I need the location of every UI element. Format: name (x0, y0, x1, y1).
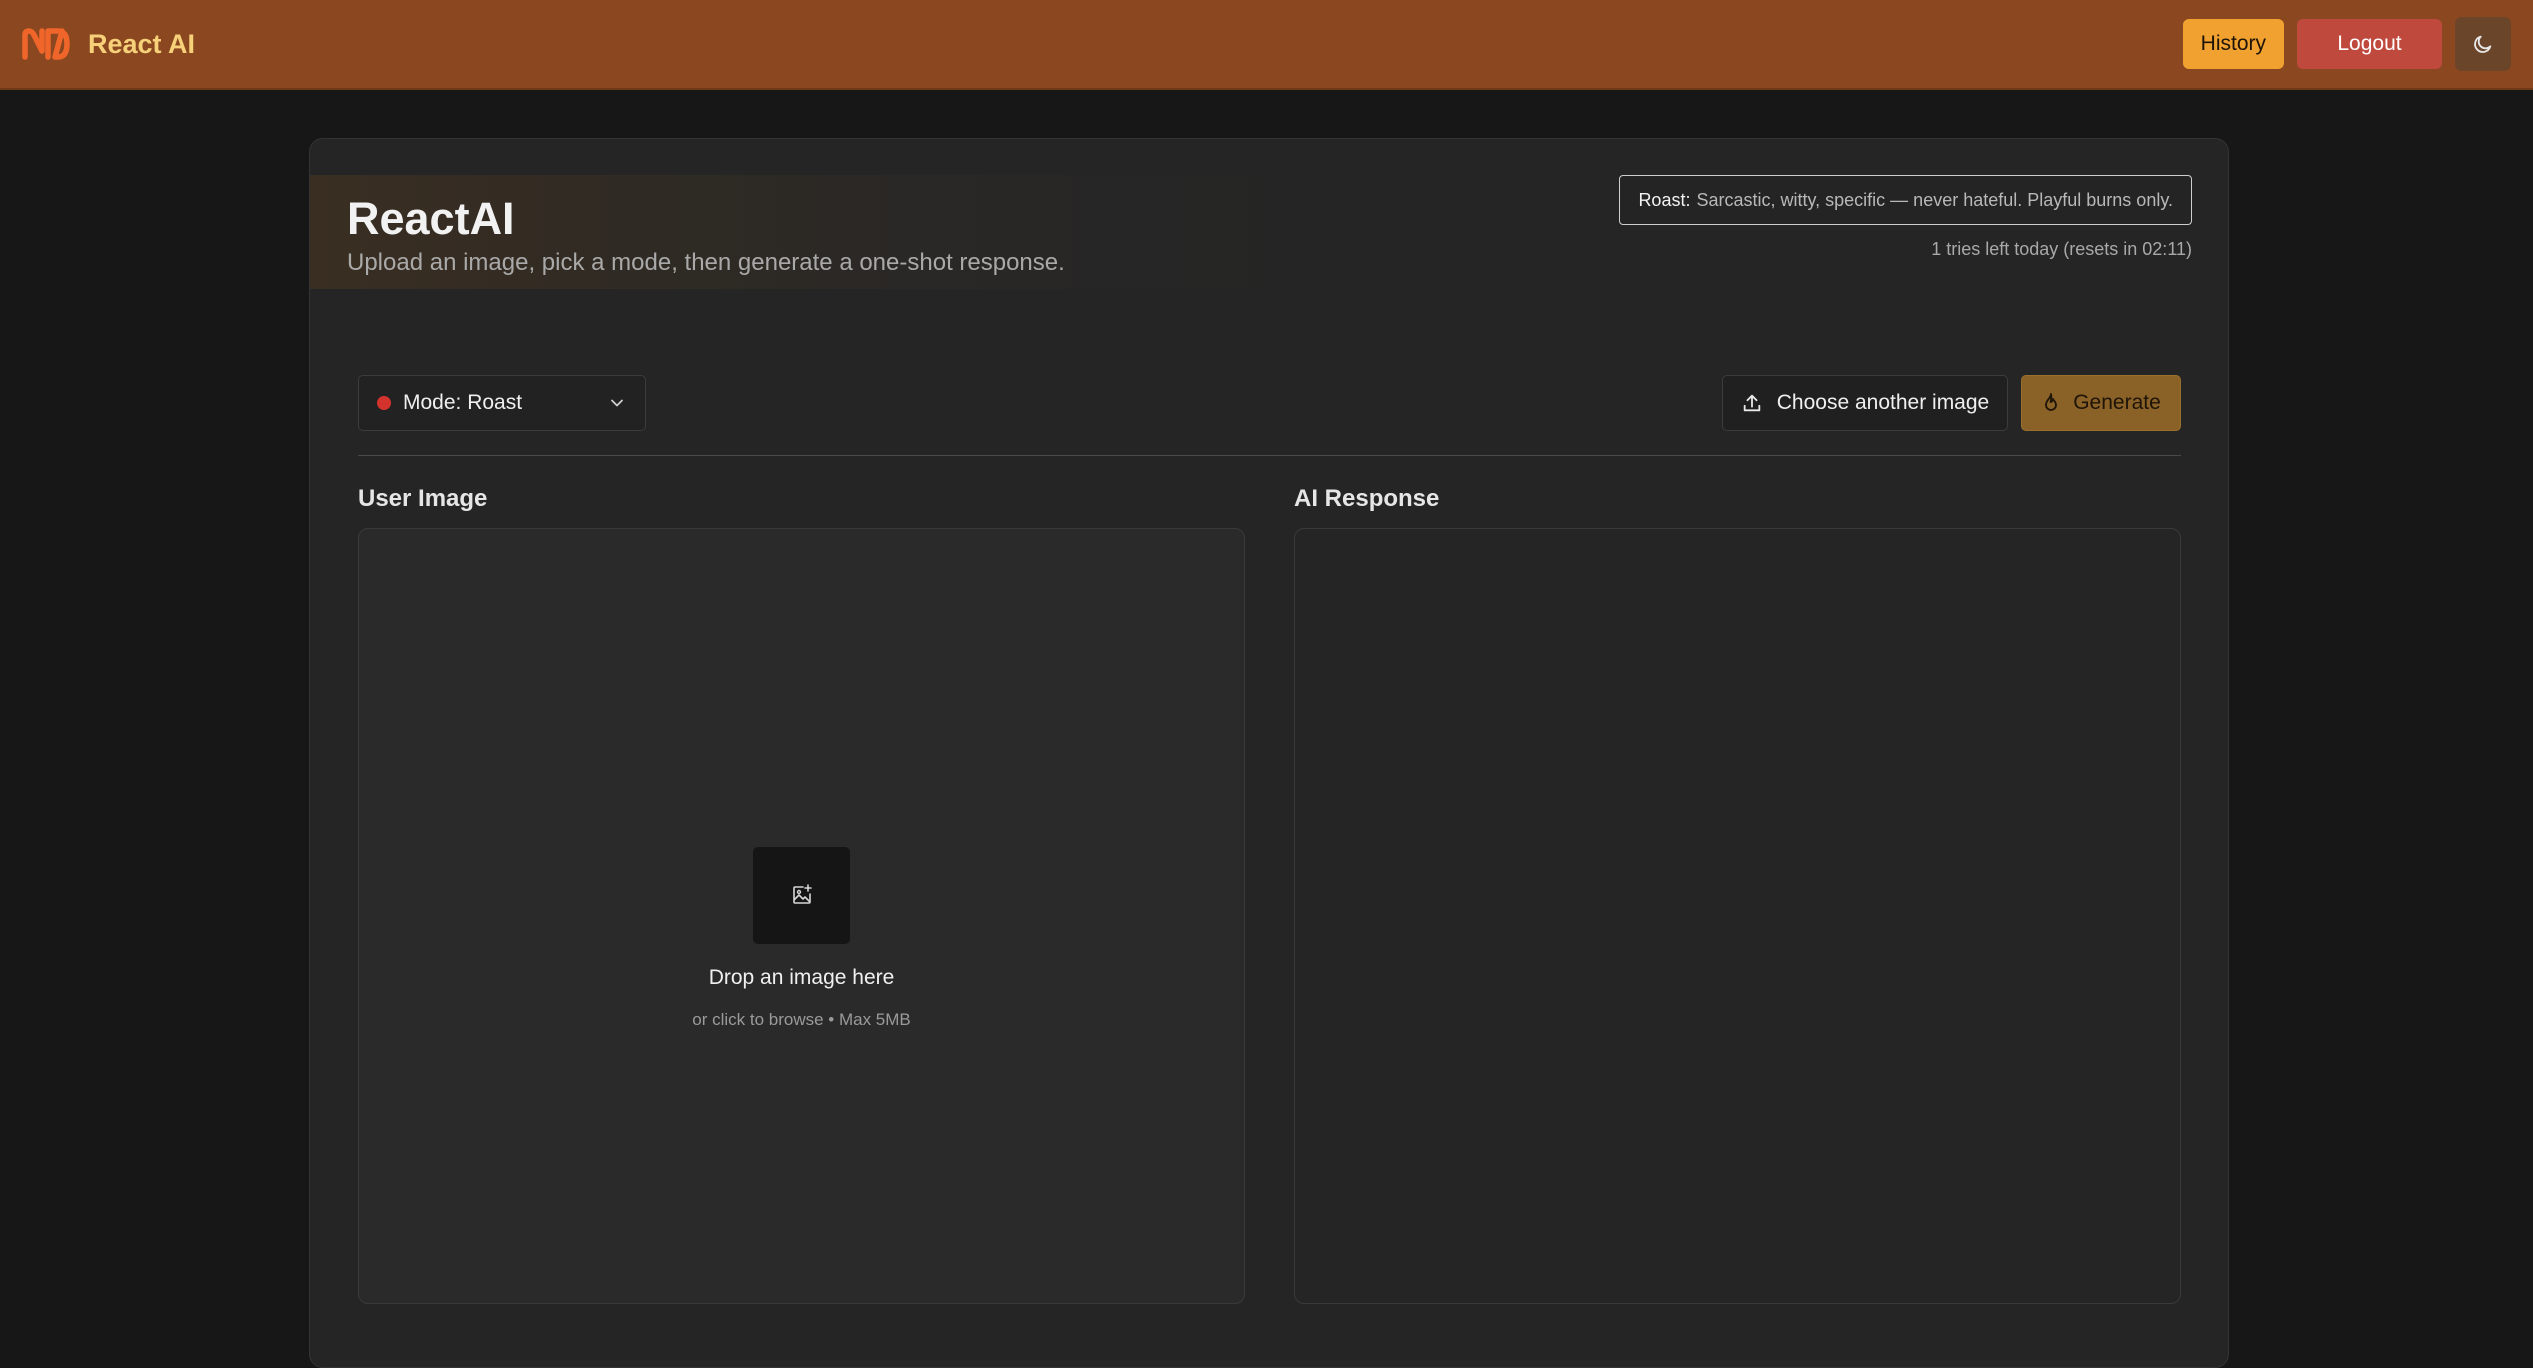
choose-image-label: Choose another image (1776, 391, 1990, 414)
drop-zone-title: Drop an image here (708, 965, 895, 989)
user-image-panel: Drop an image here or click to browse • … (358, 528, 1245, 1304)
header-actions: History Logout (2182, 17, 2511, 71)
mode-status-dot (377, 396, 391, 410)
mode-description-text: Sarcastic, witty, specific — never hatef… (1696, 189, 2173, 210)
moon-icon (2474, 35, 2492, 53)
chevron-down-icon (611, 399, 623, 407)
generate-button[interactable]: Generate (2021, 375, 2181, 431)
history-button[interactable]: History (2182, 19, 2284, 69)
mode-select[interactable]: Mode: Roast (358, 375, 646, 431)
mode-description-label: Roast: (1638, 189, 1691, 210)
generate-label: Generate (2073, 391, 2161, 414)
theme-toggle-button[interactable] (2455, 17, 2511, 71)
app-header: React AI History Logout (0, 0, 2533, 90)
main-card: ReactAI Upload an image, pick a mode, th… (309, 138, 2229, 1368)
brand-name: React AI (88, 28, 196, 59)
upload-icon (1743, 394, 1760, 412)
choose-image-button[interactable]: Choose another image (1722, 375, 2008, 431)
logo-icon (22, 28, 70, 60)
hero-section: ReactAI Upload an image, pick a mode, th… (310, 175, 1310, 289)
image-add-icon (753, 846, 850, 944)
ai-response-panel (1294, 528, 2181, 1304)
page-title: ReactAI (347, 193, 515, 244)
tries-remaining: 1 tries left today (resets in 02:11) (1931, 239, 2192, 259)
flame-icon (2045, 393, 2058, 411)
ai-response-title: AI Response (1294, 485, 1440, 512)
drop-zone-subtitle: or click to browse • Max 5MB (692, 1009, 911, 1029)
mode-select-label: Mode: Roast (403, 391, 523, 414)
image-drop-zone[interactable]: Drop an image here or click to browse • … (359, 529, 1244, 1303)
mode-description-badge: Roast: Sarcastic, witty, specific — neve… (1619, 175, 2192, 225)
toolbar-divider (358, 455, 2181, 456)
page-subtitle: Upload an image, pick a mode, then gener… (347, 249, 1065, 276)
brand[interactable]: React AI (22, 27, 195, 61)
logout-button[interactable]: Logout (2297, 19, 2442, 69)
user-image-title: User Image (358, 485, 488, 512)
